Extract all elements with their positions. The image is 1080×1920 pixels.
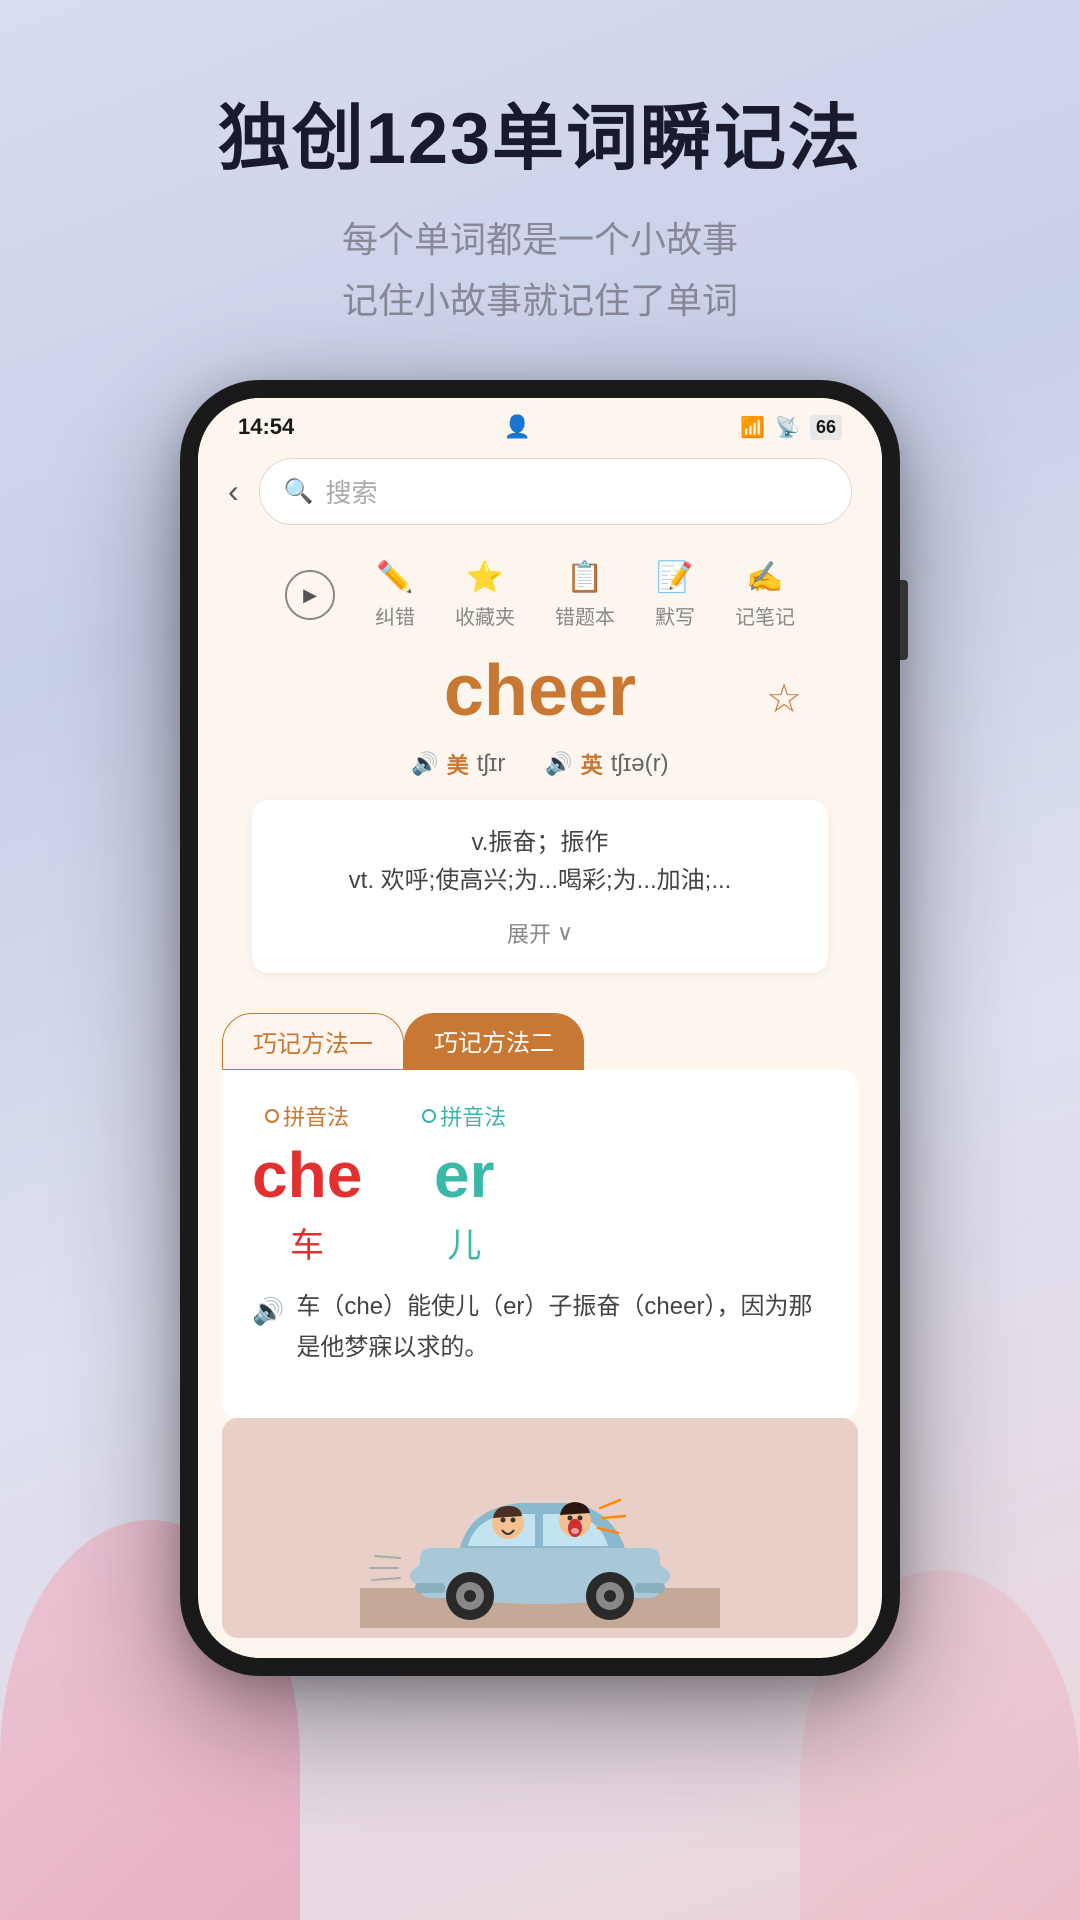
pinyin-dot-che bbox=[265, 1109, 279, 1123]
sentence-text: 车（che）能使儿（er）子振奋（cheer），因为那是他梦寐以求的。 bbox=[296, 1287, 828, 1369]
tab-method-one[interactable]: 巧记方法一 bbox=[222, 1013, 404, 1070]
phonetic-uk-symbol: tʃɪə(r) bbox=[611, 750, 669, 778]
phonetics-row: 🔊 美 tʃɪr 🔊 英 tʃɪə(r) bbox=[228, 748, 852, 780]
expand-button[interactable]: 展开 ∨ bbox=[282, 917, 798, 949]
phone-screen: 14:54 👤 📶 📡 66 ‹ 🔍 搜索 bbox=[198, 398, 882, 1658]
mistakes-icon: 📋 bbox=[566, 560, 603, 595]
toolbar-item-correct[interactable]: ✏️ 纠错 bbox=[375, 560, 415, 630]
chevron-down-icon: ∨ bbox=[557, 920, 573, 946]
play-button[interactable]: ▶ bbox=[285, 570, 335, 620]
speaker-us-icon: 🔊 bbox=[411, 751, 438, 777]
phonetic-us-flag: 美 bbox=[447, 748, 469, 780]
illustration-area bbox=[222, 1418, 858, 1638]
favorite-star-icon[interactable]: ☆ bbox=[766, 676, 802, 722]
wifi-icon: 📡 bbox=[775, 415, 800, 440]
pinyin-cn-er: 儿 bbox=[447, 1218, 481, 1267]
search-icon: 🔍 bbox=[284, 477, 314, 506]
battery-icon: 66 bbox=[810, 415, 842, 440]
speaker-uk-icon: 🔊 bbox=[545, 751, 572, 777]
pinyin-label-che: 拼音法 bbox=[265, 1100, 349, 1132]
pinyin-syllable-che: che bbox=[252, 1138, 362, 1212]
header-area: 独创123单词瞬记法 每个单词都是一个小故事 记住小故事就记住了单词 bbox=[0, 0, 1080, 392]
memory-card: 拼音法 che 车 拼音法 er 儿 bbox=[222, 1070, 858, 1419]
status-bar: 14:54 👤 📶 📡 66 bbox=[198, 398, 882, 448]
notes-icon: ✍️ bbox=[746, 560, 783, 595]
correct-label: 纠错 bbox=[375, 601, 415, 630]
sub-title: 每个单词都是一个小故事 记住小故事就记住了单词 bbox=[0, 209, 1080, 331]
memory-sentence: 🔊 车（che）能使儿（er）子振奋（cheer），因为那是他梦寐以求的。 bbox=[252, 1287, 828, 1369]
pinyin-item-che: 拼音法 che 车 bbox=[252, 1100, 362, 1267]
sub-title-line1: 每个单词都是一个小故事 bbox=[342, 219, 738, 260]
collect-icon: ⭐ bbox=[466, 560, 503, 595]
dictation-label: 默写 bbox=[655, 601, 695, 630]
phonetic-uk-flag: 英 bbox=[581, 748, 603, 780]
toolbar: ▶ ✏️ 纠错 ⭐ 收藏夹 📋 错题本 📝 默写 ✍️ bbox=[198, 540, 882, 640]
definition-card: v.振奋；振作 vt. 欢呼;使高兴;为...喝彩;为...加油;... 展开 … bbox=[252, 800, 828, 973]
word-title-row: cheer ☆ bbox=[228, 650, 852, 748]
car-illustration bbox=[360, 1428, 720, 1628]
phonetic-us-symbol: tʃɪr bbox=[477, 750, 506, 778]
status-right-icons: 📶 📡 66 bbox=[740, 415, 842, 440]
pinyin-section: 拼音法 che 车 拼音法 er 儿 bbox=[252, 1100, 828, 1267]
toolbar-item-dictation[interactable]: 📝 默写 bbox=[655, 560, 695, 630]
phone-mockup: 14:54 👤 📶 📡 66 ‹ 🔍 搜索 bbox=[180, 380, 900, 1676]
search-placeholder: 搜索 bbox=[326, 473, 378, 510]
phonetic-uk[interactable]: 🔊 英 tʃɪə(r) bbox=[545, 748, 668, 780]
toolbar-item-mistakes[interactable]: 📋 错题本 bbox=[555, 560, 615, 630]
word-title: cheer bbox=[444, 650, 636, 732]
phonetic-us[interactable]: 🔊 美 tʃɪr bbox=[411, 748, 505, 780]
pinyin-syllable-er: er bbox=[434, 1138, 495, 1212]
pinyin-dot-er bbox=[422, 1109, 436, 1123]
pinyin-item-er: 拼音法 er 儿 bbox=[422, 1100, 506, 1267]
definition-text: v.振奋；振作 vt. 欢呼;使高兴;为...喝彩;为...加油;... bbox=[282, 824, 798, 901]
method-tabs: 巧记方法一 巧记方法二 bbox=[198, 993, 882, 1070]
pinyin-cn-che: 车 bbox=[290, 1218, 324, 1267]
toolbar-item-collect[interactable]: ⭐ 收藏夹 bbox=[455, 560, 515, 630]
phone-outer: 14:54 👤 📶 📡 66 ‹ 🔍 搜索 bbox=[180, 380, 900, 1676]
mistakes-label: 错题本 bbox=[555, 601, 615, 630]
sub-title-line2: 记住小故事就记住了单词 bbox=[342, 280, 738, 321]
signal-icon: 📶 bbox=[740, 415, 765, 440]
toolbar-item-notes[interactable]: ✍️ 记笔记 bbox=[735, 560, 795, 630]
status-user-icon: 👤 bbox=[504, 414, 531, 440]
main-title: 独创123单词瞬记法 bbox=[0, 100, 1080, 179]
pinyin-label-er: 拼音法 bbox=[422, 1100, 506, 1132]
search-bar[interactable]: 🔍 搜索 bbox=[259, 458, 852, 525]
correct-icon: ✏️ bbox=[376, 560, 413, 595]
dictation-icon: 📝 bbox=[656, 560, 693, 595]
back-button[interactable]: ‹ bbox=[228, 473, 239, 510]
top-nav: ‹ 🔍 搜索 bbox=[198, 448, 882, 540]
collect-label: 收藏夹 bbox=[455, 601, 515, 630]
expand-label: 展开 bbox=[507, 917, 551, 949]
status-time: 14:54 bbox=[238, 414, 294, 440]
tab-method-two[interactable]: 巧记方法二 bbox=[404, 1013, 584, 1070]
notes-label: 记笔记 bbox=[735, 601, 795, 630]
word-section: cheer ☆ 🔊 美 tʃɪr 🔊 英 tʃɪə(r) bbox=[198, 640, 882, 993]
sentence-speaker-icon: 🔊 bbox=[252, 1289, 284, 1333]
